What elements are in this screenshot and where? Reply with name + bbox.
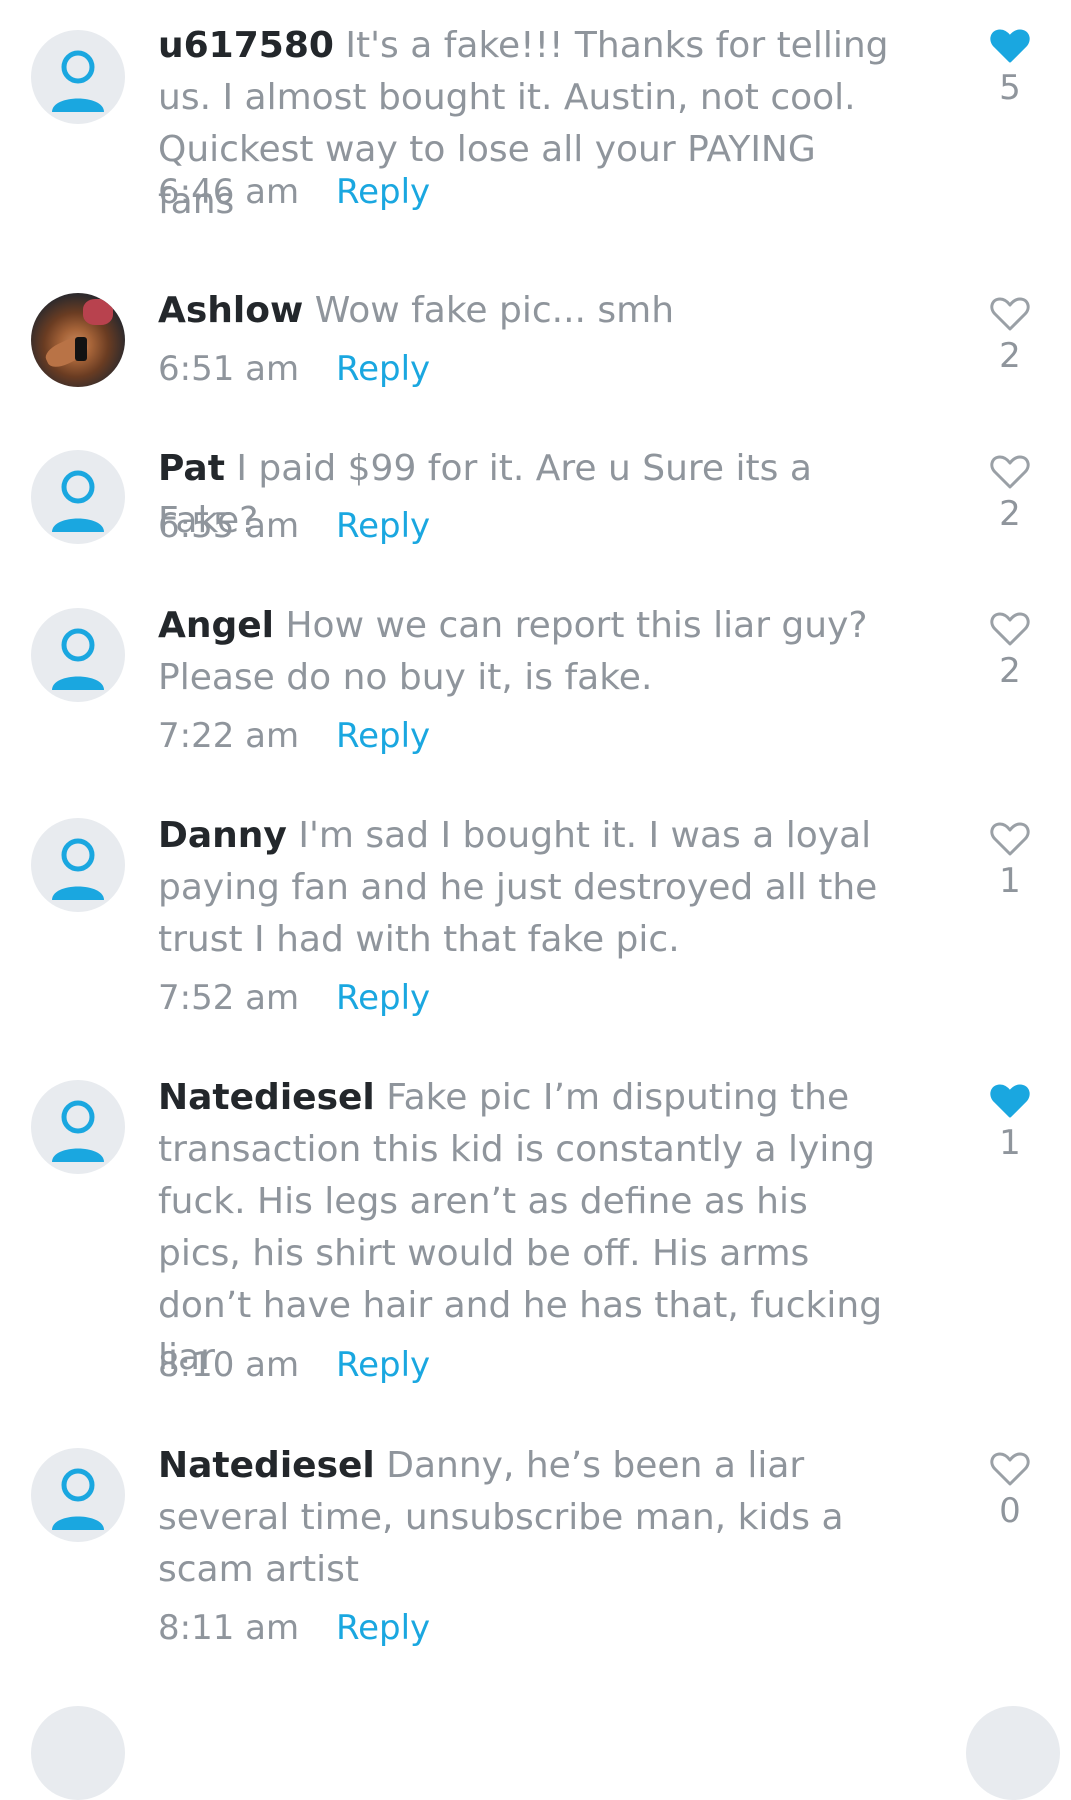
- heart-outline-icon: [990, 822, 1030, 856]
- avatar[interactable]: [31, 30, 125, 124]
- comment-author[interactable]: Natediesel: [158, 1077, 375, 1118]
- reply-button[interactable]: Reply: [336, 506, 430, 546]
- like-button[interactable]: 1: [985, 821, 1035, 901]
- like-button[interactable]: 2: [985, 611, 1035, 691]
- comment-text: Danny I'm sad I bought it. I was a loyal…: [158, 810, 898, 966]
- avatar[interactable]: [31, 1448, 125, 1542]
- like-count: 2: [999, 494, 1021, 534]
- like-count: 1: [999, 861, 1021, 901]
- reply-button[interactable]: Reply: [336, 716, 430, 756]
- like-count: 2: [999, 336, 1021, 376]
- comment-text: Natediesel Danny, he’s been a liar sever…: [158, 1440, 898, 1596]
- comment-text: Ashlow Wow fake pic... smh: [158, 285, 898, 337]
- comment-meta: 6:55 am Reply: [158, 500, 430, 552]
- comment-meta: 7:22 am Reply: [158, 710, 430, 762]
- comment-author[interactable]: Angel: [158, 605, 274, 646]
- like-count: 2: [999, 651, 1021, 691]
- comment-text: Natediesel Fake pic I’m disputing the tr…: [158, 1072, 898, 1384]
- heart-filled-icon: [990, 29, 1030, 63]
- like-count: 1: [999, 1123, 1021, 1163]
- comment-time: 7:52 am: [158, 978, 300, 1018]
- comment-time: 7:22 am: [158, 716, 300, 756]
- reply-button[interactable]: Reply: [336, 172, 430, 212]
- comment-author[interactable]: Ashlow: [158, 290, 303, 331]
- heart-filled-icon: [990, 1084, 1030, 1118]
- comment-author[interactable]: u617580: [158, 25, 334, 66]
- comment-time: 6:46 am: [158, 172, 300, 212]
- comment-time: 6:51 am: [158, 349, 300, 389]
- reply-button[interactable]: Reply: [336, 349, 430, 389]
- heart-outline-icon: [990, 297, 1030, 331]
- like-count: 5: [999, 68, 1021, 108]
- avatar[interactable]: [31, 293, 125, 387]
- comment-author[interactable]: Natediesel: [158, 1445, 375, 1486]
- comment-text: Angel How we can report this liar guy? P…: [158, 600, 898, 704]
- like-button[interactable]: 5: [985, 28, 1035, 108]
- comment-author[interactable]: Danny: [158, 815, 287, 856]
- like-button[interactable]: 1: [985, 1083, 1035, 1163]
- user-icon: [52, 838, 104, 900]
- like-count: 0: [999, 1491, 1021, 1531]
- comment-meta: 6:46 am Reply: [158, 166, 430, 218]
- user-icon: [52, 1100, 104, 1162]
- comment-meta: 6:51 am Reply: [158, 343, 430, 395]
- avatar[interactable]: [31, 450, 125, 544]
- comment-body: Fake pic I’m disputing the transaction t…: [158, 1077, 883, 1378]
- reply-button[interactable]: Reply: [336, 1608, 430, 1648]
- comment-meta: 8:10 am Reply: [158, 1339, 430, 1391]
- comment-meta: 7:52 am Reply: [158, 972, 430, 1024]
- heart-outline-icon: [990, 1452, 1030, 1486]
- like-button[interactable]: 2: [985, 296, 1035, 376]
- comment-time: 6:55 am: [158, 506, 300, 546]
- next-comment-like-placeholder: [966, 1706, 1060, 1800]
- avatar[interactable]: [31, 818, 125, 912]
- comment-body: Wow fake pic... smh: [314, 290, 675, 331]
- comment-author[interactable]: Pat: [158, 448, 225, 489]
- heart-outline-icon: [990, 455, 1030, 489]
- avatar[interactable]: [31, 608, 125, 702]
- next-comment-avatar: [31, 1706, 125, 1800]
- user-icon: [52, 628, 104, 690]
- user-icon: [52, 470, 104, 532]
- avatar-photo-detail: [75, 337, 87, 361]
- avatar[interactable]: [31, 1080, 125, 1174]
- like-button[interactable]: 2: [985, 454, 1035, 534]
- comment-time: 8:10 am: [158, 1345, 300, 1385]
- user-icon: [52, 1468, 104, 1530]
- user-icon: [52, 50, 104, 112]
- comment-time: 8:11 am: [158, 1608, 300, 1648]
- reply-button[interactable]: Reply: [336, 1345, 430, 1385]
- heart-outline-icon: [990, 612, 1030, 646]
- avatar-photo-detail: [83, 299, 113, 325]
- like-button[interactable]: 0: [985, 1451, 1035, 1531]
- comment-meta: 8:11 am Reply: [158, 1602, 430, 1654]
- reply-button[interactable]: Reply: [336, 978, 430, 1018]
